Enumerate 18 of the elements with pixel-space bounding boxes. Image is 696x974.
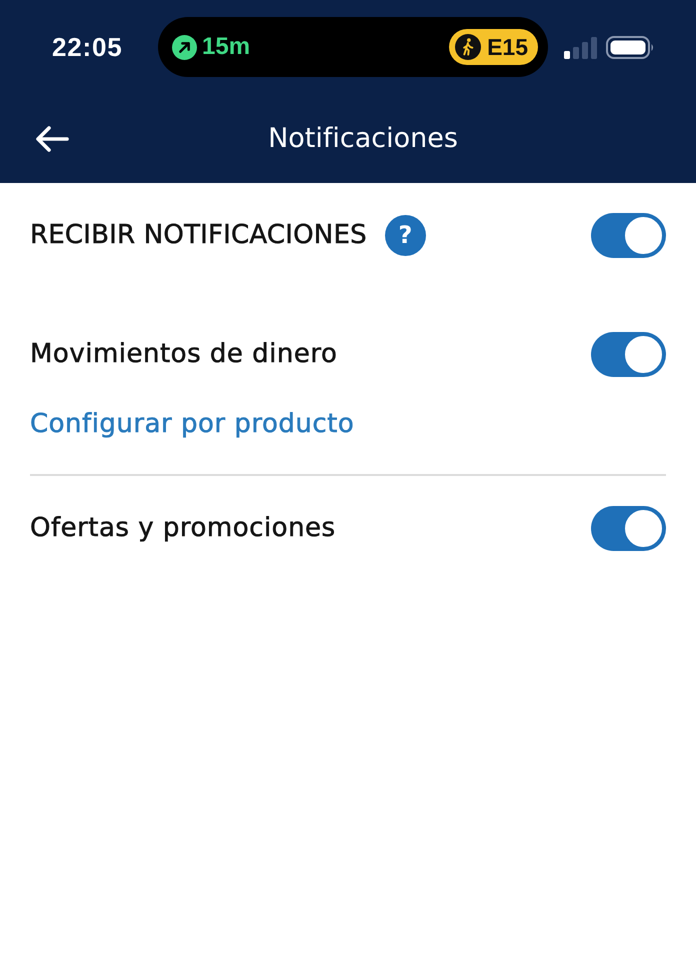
section-label: RECIBIR NOTIFICACIONES [30, 219, 367, 252]
setting-label: Movimientos de dinero [30, 338, 338, 371]
live-activity-pill[interactable]: 15m E15 [158, 17, 548, 77]
configure-link[interactable]: Configurar por producto [30, 405, 354, 444]
toggle-switch[interactable] [591, 506, 666, 551]
route-text: E15 [487, 32, 528, 62]
status-time: 22:05 [52, 31, 124, 64]
battery-icon [606, 36, 655, 59]
toggle-switch[interactable] [591, 213, 666, 258]
arrow-up-right-icon [172, 34, 197, 60]
help-button[interactable]: ? [384, 215, 426, 256]
signal-icon [564, 36, 598, 58]
screen-title: Notificaciones [268, 122, 458, 156]
toggle-switch[interactable] [591, 332, 666, 377]
walking-person-icon [455, 34, 482, 60]
eta-text: 15m [202, 32, 250, 62]
arrow-left-icon [35, 126, 69, 152]
setting-label: Ofertas y promociones [30, 512, 336, 545]
